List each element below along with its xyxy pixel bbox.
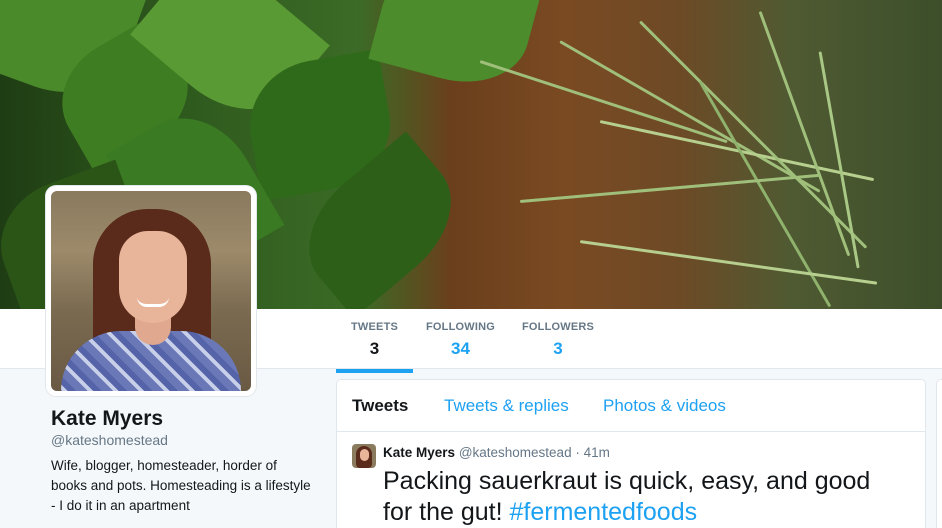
stat-tweets[interactable]: TWEETS 3 bbox=[335, 321, 414, 373]
tweet-hashtag-link[interactable]: #fermentedfoods bbox=[509, 498, 697, 526]
tweet-timestamp[interactable]: 41m bbox=[584, 445, 610, 460]
profile-handle[interactable]: @kateshomestead bbox=[51, 432, 168, 448]
timeline-tabs: Tweets Tweets & replies Photos & videos bbox=[337, 380, 925, 432]
tweet-item[interactable]: Kate Myers @kateshomestead · 41m Packing… bbox=[337, 432, 925, 528]
timeline-card: Tweets Tweets & replies Photos & videos … bbox=[336, 379, 926, 528]
stat-following[interactable]: FOLLOWING 34 bbox=[426, 321, 495, 359]
stat-tweets-label: TWEETS bbox=[351, 321, 399, 333]
profile-name[interactable]: Kate Myers bbox=[51, 407, 163, 431]
tweet-text: Packing sauerkraut is quick, easy, and g… bbox=[383, 466, 903, 528]
stat-followers-count: 3 bbox=[553, 339, 563, 358]
right-sidebar-card-edge bbox=[936, 379, 942, 528]
tweet-separator: · bbox=[575, 445, 580, 460]
tab-tweets[interactable]: Tweets bbox=[352, 396, 408, 416]
stat-followers[interactable]: FOLLOWERS 3 bbox=[522, 321, 594, 359]
tweet-author-avatar[interactable] bbox=[352, 444, 376, 468]
profile-bio: Wife, blogger, homesteader, horder of bo… bbox=[51, 458, 311, 513]
stat-following-count: 34 bbox=[451, 339, 470, 358]
tab-photos-and-videos[interactable]: Photos & videos bbox=[603, 396, 726, 416]
stat-followers-label: FOLLOWERS bbox=[522, 321, 595, 333]
stat-tweets-count: 3 bbox=[369, 339, 380, 358]
stat-following-label: FOLLOWING bbox=[426, 321, 496, 333]
tweet-header: Kate Myers @kateshomestead · 41m bbox=[383, 445, 610, 460]
tweet-author-name[interactable]: Kate Myers bbox=[383, 445, 455, 460]
profile-avatar[interactable] bbox=[46, 186, 256, 396]
tweet-author-handle[interactable]: @kateshomestead bbox=[459, 445, 572, 460]
avatar-photo bbox=[51, 191, 251, 391]
tab-tweets-and-replies[interactable]: Tweets & replies bbox=[444, 396, 569, 416]
